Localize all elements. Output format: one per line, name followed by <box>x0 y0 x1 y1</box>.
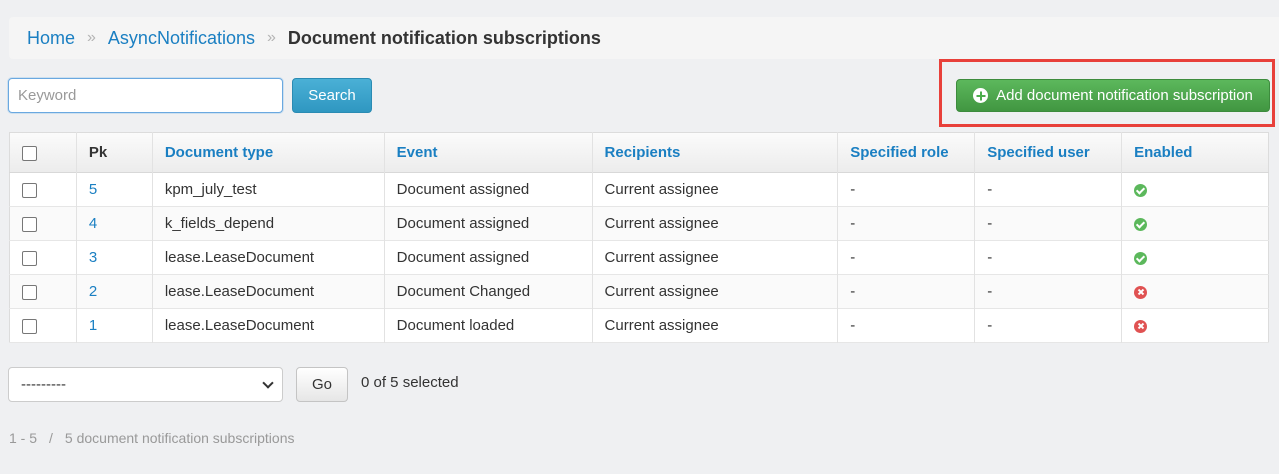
column-header-pk: Pk <box>76 132 153 173</box>
document-type-cell: kpm_july_test <box>152 172 385 207</box>
recipients-cell: Current assignee <box>592 240 839 275</box>
pagination-total: 5 document notification subscriptions <box>64 430 295 446</box>
enabled-cell <box>1122 275 1269 309</box>
specified-user-cell: - <box>974 172 1123 207</box>
selection-counter: 0 of 5 selected <box>361 374 459 391</box>
page-title: Document notification subscriptions <box>287 27 601 48</box>
event-cell: Document loaded <box>384 308 593 343</box>
recipients-cell: Current assignee <box>592 206 839 241</box>
column-header-document-type[interactable]: Document type <box>152 132 385 173</box>
event-cell: Document assigned <box>384 206 593 241</box>
breadcrumb: Home » AsyncNotifications » Document not… <box>9 17 1279 59</box>
specified-user-cell: - <box>974 240 1123 275</box>
enabled-cell <box>1122 207 1269 241</box>
pk-cell: 1 <box>76 308 153 343</box>
specified-role-cell: - <box>837 308 976 343</box>
recipients-cell: Current assignee <box>592 274 839 309</box>
row-select-cell <box>9 308 77 343</box>
table-row: 1 lease.LeaseDocument Document loaded Cu… <box>9 308 1269 343</box>
enabled-cell <box>1122 309 1269 343</box>
pk-link[interactable]: 5 <box>89 181 97 198</box>
pagination-info: 1 - 5 / 5 document notification subscripti… <box>9 430 294 446</box>
document-type-cell: lease.LeaseDocument <box>152 308 385 343</box>
chevron-down-icon <box>262 376 274 389</box>
yes-icon <box>1134 217 1148 231</box>
yes-icon <box>1134 251 1148 265</box>
pk-cell: 3 <box>76 240 153 275</box>
column-header-specified-role[interactable]: Specified role <box>837 132 976 173</box>
pk-cell: 2 <box>76 274 153 309</box>
row-select-cell <box>9 206 77 241</box>
row-checkbox[interactable] <box>22 250 37 266</box>
event-cell: Document assigned <box>384 172 593 207</box>
specified-user-cell: - <box>974 308 1123 343</box>
column-header-enabled[interactable]: Enabled <box>1122 133 1269 173</box>
recipients-cell: Current assignee <box>592 172 839 207</box>
specified-role-cell: - <box>837 240 976 275</box>
column-header-recipients[interactable]: Recipients <box>592 132 839 173</box>
document-type-cell: lease.LeaseDocument <box>152 274 385 309</box>
enabled-cell <box>1122 173 1269 207</box>
subscriptions-table: Pk Document type Event Recipients Specif… <box>9 132 1269 343</box>
plus-circle-icon <box>973 88 989 103</box>
enabled-cell <box>1122 241 1269 275</box>
search-button[interactable]: Search <box>292 78 372 113</box>
table-row: 3 lease.LeaseDocument Document assigned … <box>9 240 1269 275</box>
row-select-cell <box>9 240 77 275</box>
specified-user-cell: - <box>974 274 1123 309</box>
document-type-cell: lease.LeaseDocument <box>152 240 385 275</box>
select-all-checkbox[interactable] <box>22 145 37 161</box>
table-row: 2 lease.LeaseDocument Document Changed C… <box>9 274 1269 309</box>
row-select-cell <box>9 274 77 309</box>
breadcrumb-separator: » <box>87 29 96 46</box>
document-type-cell: k_fields_depend <box>152 206 385 241</box>
bulk-action-select[interactable]: --------- <box>8 367 283 402</box>
breadcrumb-home-link[interactable]: Home <box>27 28 75 49</box>
pagination-range: 1 - 5 <box>9 430 38 446</box>
column-header-event[interactable]: Event <box>384 132 593 173</box>
recipients-cell: Current assignee <box>592 308 839 343</box>
row-checkbox[interactable] <box>22 284 37 300</box>
column-header-specified-user[interactable]: Specified user <box>974 132 1123 173</box>
pagination-separator: / <box>49 430 53 446</box>
row-checkbox[interactable] <box>22 216 37 232</box>
row-checkbox[interactable] <box>22 182 37 198</box>
pk-link[interactable]: 2 <box>89 283 97 300</box>
specified-role-cell: - <box>837 172 976 207</box>
pk-link[interactable]: 4 <box>89 215 97 232</box>
table-row: 4 k_fields_depend Document assigned Curr… <box>9 206 1269 241</box>
bulk-action-selected-value: --------- <box>21 376 66 393</box>
add-subscription-button[interactable]: Add document notification subscription <box>956 79 1270 112</box>
no-icon <box>1134 319 1148 333</box>
table-header-row: Pk Document type Event Recipients Specif… <box>9 132 1269 173</box>
specified-user-cell: - <box>974 206 1123 241</box>
pk-cell: 4 <box>76 206 153 241</box>
breadcrumb-section-link[interactable]: AsyncNotifications <box>108 28 255 49</box>
row-select-cell <box>9 172 77 207</box>
event-cell: Document Changed <box>384 274 593 309</box>
search-input[interactable] <box>8 78 283 113</box>
event-cell: Document assigned <box>384 240 593 275</box>
row-checkbox[interactable] <box>22 318 37 334</box>
pk-link[interactable]: 3 <box>89 249 97 266</box>
table-row: 5 kpm_july_test Document assigned Curren… <box>9 172 1269 207</box>
specified-role-cell: - <box>837 206 976 241</box>
select-all-cell <box>9 132 77 173</box>
pk-link[interactable]: 1 <box>89 317 97 334</box>
add-subscription-label: Add document notification subscription <box>996 87 1253 104</box>
yes-icon <box>1134 183 1148 197</box>
no-icon <box>1134 285 1148 299</box>
breadcrumb-separator: » <box>266 29 276 46</box>
specified-role-cell: - <box>837 274 976 309</box>
go-button[interactable]: Go <box>296 367 348 402</box>
pk-cell: 5 <box>76 172 153 207</box>
